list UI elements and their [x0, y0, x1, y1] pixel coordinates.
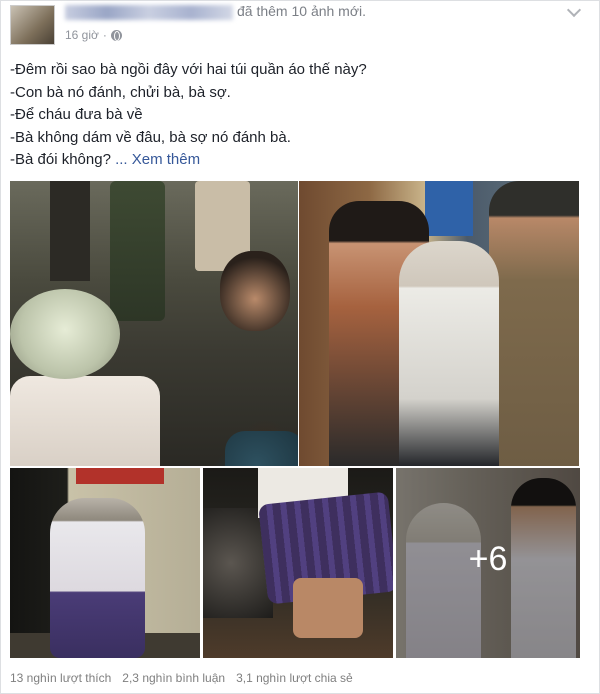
timestamp[interactable]: 16 giờ [65, 28, 99, 42]
post-line: -Con bà nó đánh, chửi bà, bà sợ. [10, 83, 231, 101]
header-action-text: đã thêm 10 ảnh mới. [237, 3, 367, 19]
post-stats: 13 nghìn lượt thích 2,3 nghìn bình luận … [10, 671, 353, 685]
avatar[interactable] [10, 5, 55, 45]
post-line: -Để cháu đưa bà về [10, 106, 143, 124]
post-line: -Đêm rồi sao bà ngồi đây với hai túi quầ… [10, 61, 367, 78]
see-more-link[interactable]: ... Xem thêm [115, 151, 200, 168]
shares-count[interactable]: 3,1 nghìn lượt chia sẻ [236, 671, 353, 685]
comments-count[interactable]: 2,3 nghìn bình luận [122, 671, 225, 685]
likes-count[interactable]: 13 nghìn lượt thích [10, 671, 111, 685]
post-text: -Đêm rồi sao bà ngồi đây với hai túi quầ… [10, 59, 590, 172]
post-line: -Bà không dám về đâu, bà sợ nó đánh bà. [10, 128, 291, 146]
post-card: đã thêm 10 ảnh mới. 16 giờ · -Đêm rồi sa… [0, 0, 600, 694]
post-meta: 16 giờ · [65, 28, 122, 42]
photo-1[interactable] [10, 181, 298, 466]
globe-icon [110, 29, 122, 41]
photo-4[interactable] [203, 468, 393, 658]
photo-3[interactable] [10, 468, 200, 658]
post-line-last: -Bà đói không? ... Xem thêm [10, 151, 201, 169]
post-header: đã thêm 10 ảnh mới. [65, 3, 366, 20]
photo-5-more[interactable]: +6 [396, 468, 580, 658]
author-name-blurred[interactable] [65, 4, 233, 20]
chevron-down-icon[interactable] [566, 2, 582, 18]
photo-2[interactable] [299, 181, 579, 466]
more-photos-count: +6 [468, 540, 508, 578]
